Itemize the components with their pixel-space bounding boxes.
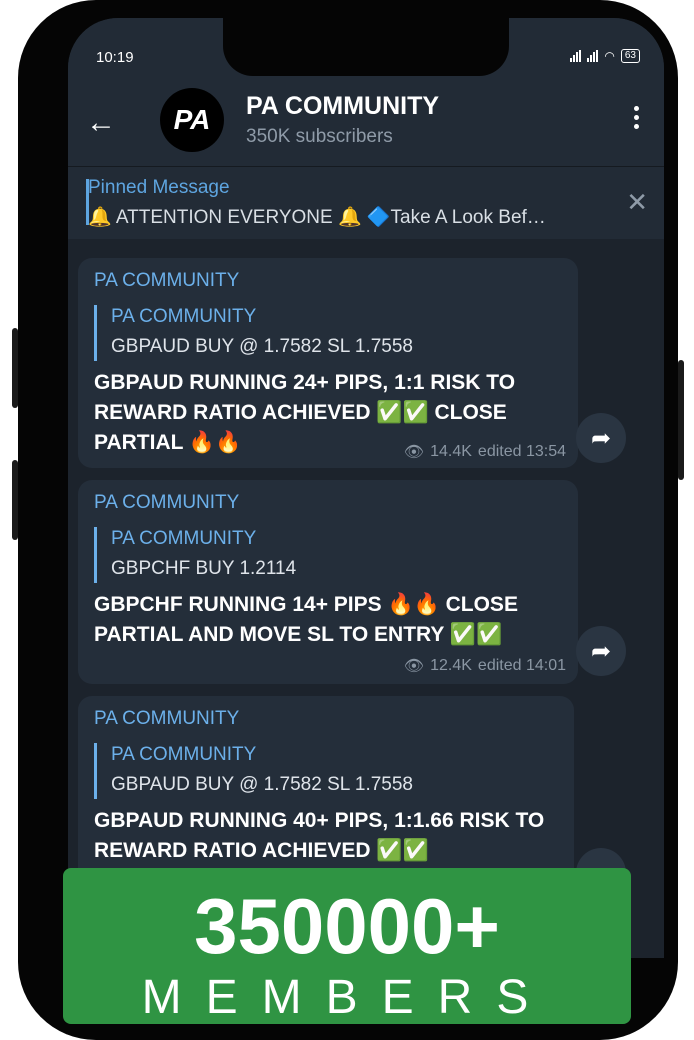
- reply-quote[interactable]: PA COMMUNITY GBPAUD BUY @ 1.7582 SL 1.75…: [94, 305, 413, 361]
- members-label: MEMBERS: [141, 971, 553, 1024]
- power-button: [678, 360, 684, 480]
- more-options-icon[interactable]: [634, 106, 640, 133]
- pinned-title: Pinned Message: [88, 177, 230, 198]
- eye-icon: 👁: [403, 444, 425, 461]
- signal-icon: [570, 50, 582, 62]
- view-count: 14.4K: [430, 443, 472, 460]
- message-text: GBPAUD RUNNING 40+ PIPS, 1:1.66 RISK TO …: [94, 809, 545, 862]
- members-banner: 350000+ MEMBERS: [63, 868, 631, 1024]
- signal-icon-2: [587, 50, 599, 62]
- quote-author: PA COMMUNITY: [111, 744, 257, 765]
- pinned-message-bar[interactable]: Pinned Message 🔔 ATTENTION EVERYONE 🔔 🔷T…: [68, 166, 664, 239]
- forward-icon[interactable]: ➦: [576, 413, 626, 463]
- quote-text: GBPAUD BUY @ 1.7582 SL 1.7558: [111, 336, 413, 357]
- back-arrow-icon[interactable]: ←: [86, 106, 116, 140]
- message-bubble[interactable]: PA COMMUNITY PA COMMUNITY GBPAUD BUY @ 1…: [78, 258, 578, 468]
- edited-time: edited 14:01: [477, 657, 566, 674]
- channel-title[interactable]: PA COMMUNITY: [246, 92, 439, 121]
- forward-icon[interactable]: ➦: [576, 626, 626, 676]
- volume-down-button: [12, 460, 18, 540]
- edited-time: edited 13:54: [477, 443, 566, 460]
- message-author: PA COMMUNITY: [94, 270, 240, 291]
- close-icon[interactable]: ✕: [626, 187, 648, 218]
- message-bubble[interactable]: PA COMMUNITY PA COMMUNITY GBPCHF BUY 1.2…: [78, 480, 578, 684]
- member-count: 350000+: [194, 882, 500, 970]
- chat-header: ← PA PA COMMUNITY 350K subscribers: [68, 88, 664, 166]
- notch: [223, 18, 509, 76]
- message-text: GBPCHF RUNNING 14+ PIPS 🔥🔥 CLOSE PARTIAL…: [94, 593, 518, 646]
- message-author: PA COMMUNITY: [94, 492, 240, 513]
- quote-author: PA COMMUNITY: [111, 306, 257, 327]
- quote-author: PA COMMUNITY: [111, 528, 257, 549]
- quote-text: GBPAUD BUY @ 1.7582 SL 1.7558: [111, 774, 413, 795]
- message-meta: 👁 12.4K edited 14:01: [404, 656, 566, 676]
- battery-icon: 63: [620, 49, 640, 63]
- status-icons: ◠ 63: [570, 49, 640, 63]
- status-time: 10:19: [96, 49, 134, 66]
- quote-text: GBPCHF BUY 1.2114: [111, 558, 297, 579]
- reply-quote[interactable]: PA COMMUNITY GBPAUD BUY @ 1.7582 SL 1.75…: [94, 743, 413, 799]
- eye-icon: 👁: [403, 658, 425, 675]
- message-meta: 👁 14.4K edited 13:54: [404, 442, 566, 462]
- channel-avatar[interactable]: PA: [160, 88, 224, 152]
- message-author: PA COMMUNITY: [94, 708, 240, 729]
- reply-quote[interactable]: PA COMMUNITY GBPCHF BUY 1.2114: [94, 527, 296, 583]
- wifi-icon: ◠: [604, 49, 615, 63]
- pinned-text: 🔔 ATTENTION EVERYONE 🔔 🔷Take A Look Bef…: [88, 207, 546, 228]
- view-count: 12.4K: [430, 657, 472, 674]
- phone-screen: 10:19 ◠ 63 ← PA PA COMMUNITY 350K subscr…: [68, 18, 664, 958]
- subscriber-count: 350K subscribers: [246, 126, 393, 147]
- volume-up-button: [12, 328, 18, 408]
